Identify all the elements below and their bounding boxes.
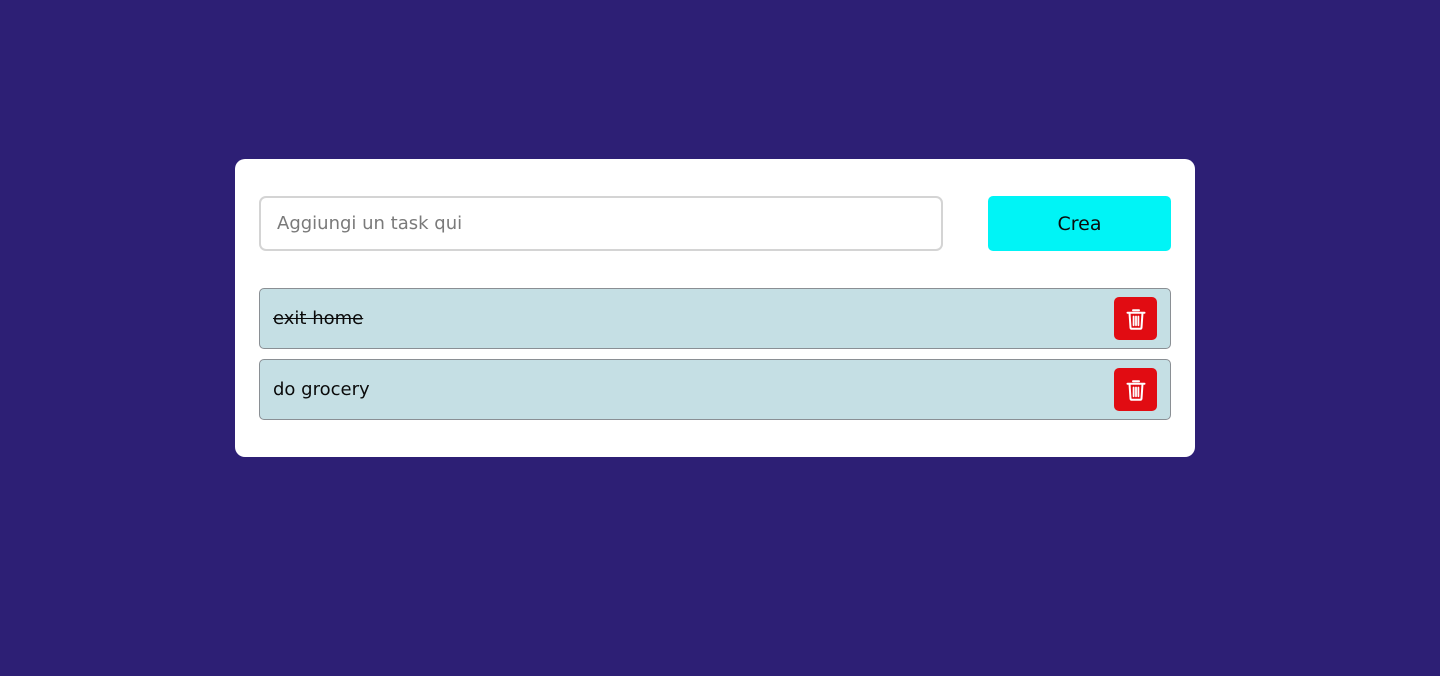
task-text[interactable]: do grocery xyxy=(273,379,370,400)
task-text[interactable]: exit home xyxy=(273,308,363,329)
todo-card: Crea exit home do grocery xyxy=(235,159,1195,457)
delete-task-button[interactable] xyxy=(1114,297,1157,340)
task-list: exit home do grocery xyxy=(259,288,1171,430)
create-button[interactable]: Crea xyxy=(988,196,1171,251)
trash-icon xyxy=(1126,379,1146,401)
delete-task-button[interactable] xyxy=(1114,368,1157,411)
task-item: exit home xyxy=(259,288,1171,349)
task-input[interactable] xyxy=(259,196,943,251)
trash-icon xyxy=(1126,308,1146,330)
task-item: do grocery xyxy=(259,359,1171,420)
